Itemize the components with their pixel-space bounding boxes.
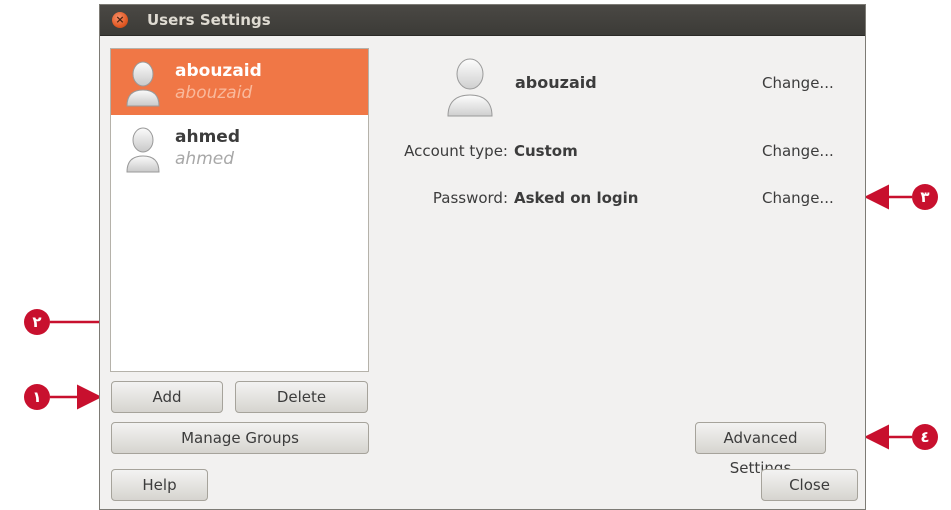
password-value: Asked on login xyxy=(514,189,639,207)
advanced-settings-button[interactable]: Advanced Settings xyxy=(695,422,826,477)
selected-user-name: abouzaid xyxy=(515,73,597,92)
annotation-badge-3: ٣ xyxy=(912,184,938,210)
user-list-item-ahmed[interactable]: ahmed ahmed xyxy=(111,115,368,181)
account-type-value: Custom xyxy=(514,142,578,160)
user-login: ahmed xyxy=(175,149,235,169)
annotation-badge-4: ٤ xyxy=(912,424,938,450)
close-window-icon[interactable]: × xyxy=(112,12,128,28)
user-avatar-icon xyxy=(126,127,160,173)
change-password-button[interactable]: Change... xyxy=(762,188,834,208)
help-button[interactable]: Help xyxy=(111,469,208,501)
annotation-badge-1: ١ xyxy=(24,384,50,410)
change-name-button[interactable]: Change... xyxy=(762,73,834,93)
account-type-label: Account type: xyxy=(404,142,508,160)
user-name: abouzaid xyxy=(175,61,262,81)
user-list-item-abouzaid[interactable]: abouzaid abouzaid xyxy=(111,49,368,115)
selected-user-avatar-icon xyxy=(447,58,493,117)
close-button[interactable]: Close xyxy=(761,469,858,501)
add-user-button[interactable]: Add xyxy=(111,381,223,413)
delete-user-button[interactable]: Delete xyxy=(235,381,368,413)
annotation-badge-2: ٢ xyxy=(24,309,50,335)
users-settings-window: × Users Settings abouzaid abouzaid ahmed… xyxy=(99,4,866,510)
titlebar: × Users Settings xyxy=(100,5,865,36)
window-title: Users Settings xyxy=(147,11,271,29)
user-avatar-icon xyxy=(126,61,160,107)
password-label: Password: xyxy=(432,189,508,207)
change-account-type-button[interactable]: Change... xyxy=(762,141,834,161)
user-list[interactable]: abouzaid abouzaid ahmed ahmed xyxy=(110,48,369,372)
user-name: ahmed xyxy=(175,127,240,147)
manage-groups-button[interactable]: Manage Groups xyxy=(111,422,369,454)
user-login: abouzaid xyxy=(175,83,253,103)
